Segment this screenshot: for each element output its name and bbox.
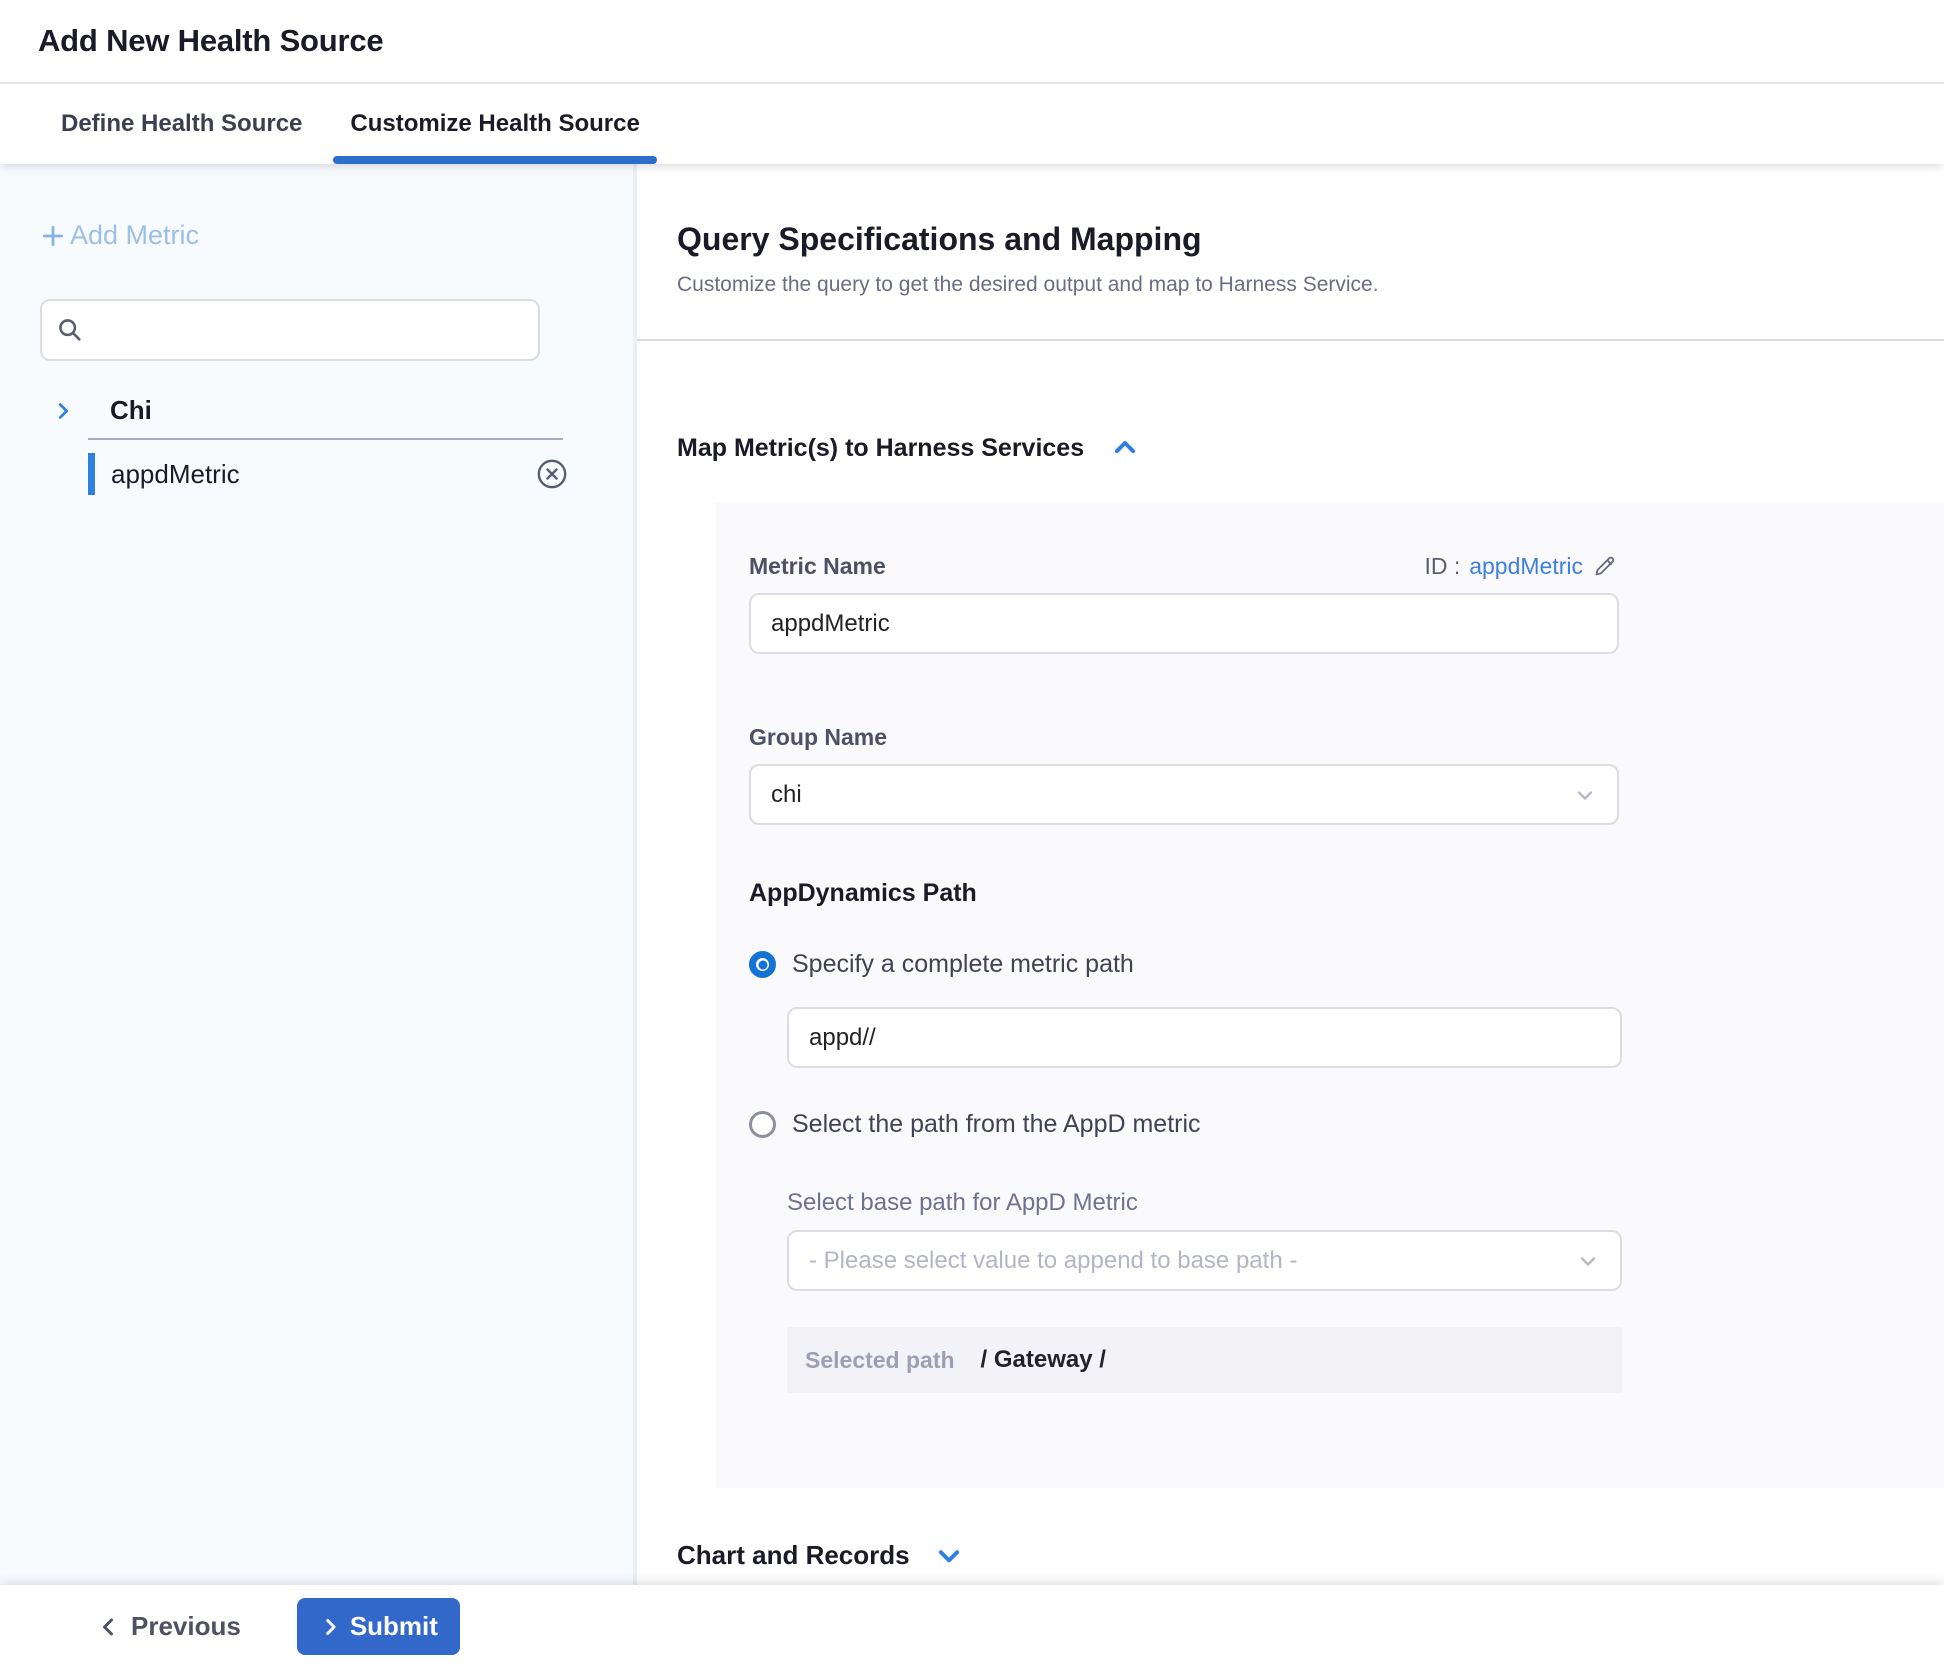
content-area: Add Metric Chi appdMetric Query Specific… <box>0 164 1944 1585</box>
id-label: ID : <box>1424 553 1460 580</box>
panel-divider <box>637 339 1944 341</box>
appdynamics-path-label: AppDynamics Path <box>749 879 1944 908</box>
group-name-value: chi <box>771 781 802 809</box>
metric-name-input[interactable] <box>749 593 1619 654</box>
chevron-down-icon <box>934 1541 964 1571</box>
delete-metric-icon[interactable] <box>535 457 569 491</box>
query-specifications-panel: Query Specifications and Mapping Customi… <box>637 164 1944 1585</box>
metric-group-chi[interactable]: Chi <box>40 395 633 426</box>
selected-path-box: Selected path / Gateway / <box>787 1327 1622 1393</box>
sidebar-divider <box>88 438 563 440</box>
radio-complete-metric-path[interactable]: Specify a complete metric path <box>749 950 1134 979</box>
submit-button-label: Submit <box>350 1611 438 1642</box>
chevron-up-icon <box>1110 433 1140 463</box>
chevron-right-icon <box>319 1616 341 1638</box>
metric-list-item-appdmetric[interactable]: appdMetric <box>88 450 569 498</box>
radio-complete-metric-path-label: Specify a complete metric path <box>792 950 1134 979</box>
complete-metric-path-input[interactable] <box>787 1007 1622 1068</box>
panel-title: Query Specifications and Mapping <box>677 221 1944 258</box>
selected-path-value: / Gateway / <box>981 1346 1106 1374</box>
add-metric-button[interactable]: Add Metric <box>40 220 199 251</box>
chart-and-records-title: Chart and Records <box>677 1540 910 1571</box>
tab-bar: Define Health Source Customize Health So… <box>0 84 1944 164</box>
chevron-down-icon <box>1573 783 1597 807</box>
chevron-left-icon <box>97 1615 121 1639</box>
previous-button-label: Previous <box>131 1611 241 1642</box>
group-name-select[interactable]: chi <box>749 764 1619 825</box>
chart-and-records-section-toggle[interactable]: Chart and Records <box>677 1540 964 1571</box>
dialog-footer: Previous Submit <box>0 1585 1944 1668</box>
tab-define-health-source[interactable]: Define Health Source <box>44 84 319 164</box>
metric-search-box[interactable] <box>40 299 540 361</box>
group-name-label: Group Name <box>749 724 887 751</box>
base-path-placeholder: - Please select value to append to base … <box>809 1247 1297 1275</box>
plus-icon <box>40 223 66 249</box>
metric-name-label: Metric Name <box>749 553 886 580</box>
tab-customize-health-source[interactable]: Customize Health Source <box>333 84 656 164</box>
edit-id-icon[interactable] <box>1592 553 1619 580</box>
metric-group-label: Chi <box>110 395 152 426</box>
tab-define-health-source-label: Define Health Source <box>61 110 302 138</box>
add-metric-label: Add Metric <box>70 220 199 251</box>
radio-unselected-icon[interactable] <box>749 1111 776 1138</box>
previous-button[interactable]: Previous <box>97 1611 241 1642</box>
base-path-label: Select base path for AppD Metric <box>787 1189 1622 1217</box>
radio-selected-icon[interactable] <box>749 951 776 978</box>
panel-subtitle: Customize the query to get the desired o… <box>677 273 1944 297</box>
chevron-down-icon <box>1576 1249 1600 1273</box>
id-value-link[interactable]: appdMetric <box>1469 553 1583 580</box>
selected-item-indicator <box>88 453 95 495</box>
base-path-select[interactable]: - Please select value to append to base … <box>787 1230 1622 1291</box>
map-metrics-section-toggle[interactable]: Map Metric(s) to Harness Services <box>677 433 1140 463</box>
submit-button[interactable]: Submit <box>297 1598 460 1655</box>
map-metrics-section-title: Map Metric(s) to Harness Services <box>677 434 1084 463</box>
metric-search-input[interactable] <box>94 316 524 344</box>
page-title: Add New Health Source <box>38 23 383 59</box>
tab-customize-health-source-label: Customize Health Source <box>350 110 639 138</box>
selected-path-label: Selected path <box>805 1347 955 1374</box>
metric-item-label: appdMetric <box>111 459 535 490</box>
metrics-sidebar: Add Metric Chi appdMetric <box>0 164 637 1585</box>
radio-select-path-from-appd-label: Select the path from the AppD metric <box>792 1110 1201 1139</box>
chevron-right-icon[interactable] <box>52 400 74 422</box>
dialog-header: Add New Health Source <box>0 0 1944 84</box>
map-metrics-card: Metric Name ID : appdMetric Group Name <box>716 503 1944 1488</box>
search-icon <box>56 316 84 344</box>
radio-select-path-from-appd[interactable]: Select the path from the AppD metric <box>749 1110 1201 1139</box>
